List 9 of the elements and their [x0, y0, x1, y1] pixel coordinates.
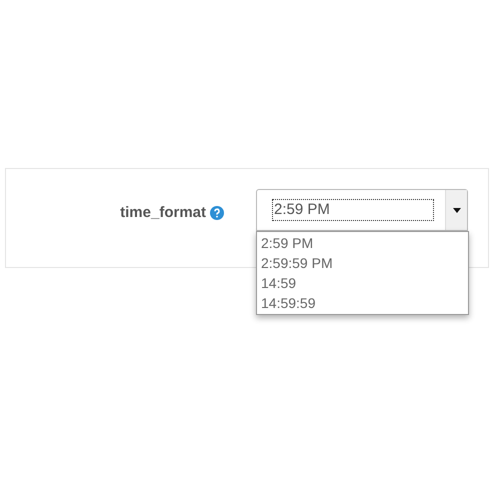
help-icon[interactable]	[210, 206, 224, 220]
dropdown-option[interactable]: 14:59:59	[257, 293, 468, 313]
selected-value: 2:59 PM	[272, 199, 434, 221]
dropdown-option[interactable]: 2:59:59 PM	[257, 253, 468, 273]
time-format-select[interactable]: 2:59 PM	[256, 189, 468, 231]
dropdown-option[interactable]: 14:59	[257, 273, 468, 293]
caret-icon	[452, 208, 460, 212]
field-label: time_format	[120, 203, 206, 223]
dropdown-option[interactable]: 2:59 PM	[257, 233, 468, 253]
